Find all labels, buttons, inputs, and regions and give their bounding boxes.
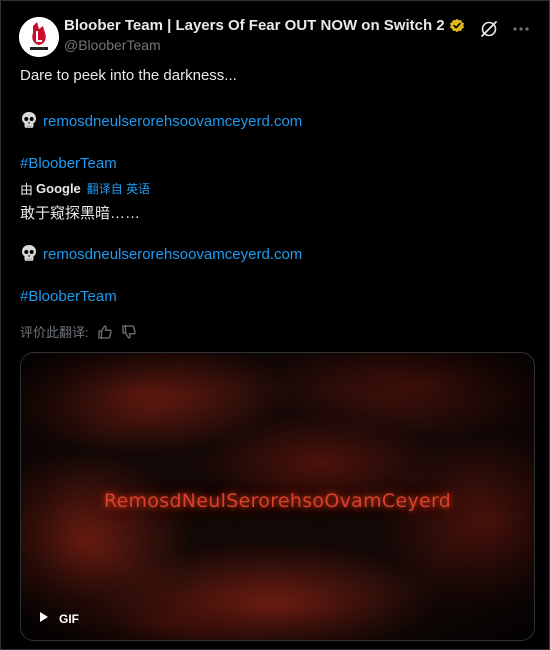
- google-logo-text: Google: [36, 181, 81, 196]
- header-actions: [479, 19, 531, 39]
- thumbs-down-icon[interactable]: [121, 324, 137, 340]
- rate-translation-label: 评价此翻译:: [20, 325, 89, 340]
- rate-translation-row: 评价此翻译:: [20, 322, 137, 341]
- hashtag-link-translated[interactable]: #BlooberTeam: [20, 288, 117, 305]
- website-link-translated[interactable]: remosdneulserorehsoovamceyerd.com: [43, 246, 302, 263]
- verified-badge-icon: [449, 18, 465, 34]
- skull-icon: [20, 244, 38, 262]
- post-text-en: Dare to peek into the darkness...: [20, 67, 237, 84]
- author-display-name[interactable]: Bloober Team | Layers Of Fear OUT NOW on…: [64, 17, 445, 34]
- skull-icon: [20, 111, 38, 129]
- website-link[interactable]: remosdneulserorehsoovamceyerd.com: [43, 113, 302, 130]
- author-name-row: Bloober Team | Layers Of Fear OUT NOW on…: [64, 17, 465, 34]
- media-gif[interactable]: RemosdNeulSerorehsoOvamCeyerd GIF: [20, 352, 535, 641]
- hashtag-link[interactable]: #BlooberTeam: [20, 155, 117, 172]
- translated-by-prefix: 由: [20, 182, 34, 197]
- thumbs-up-icon[interactable]: [97, 324, 113, 340]
- avatar[interactable]: [19, 17, 59, 57]
- gif-badge[interactable]: GIF: [31, 607, 87, 630]
- gif-label: GIF: [59, 611, 79, 626]
- author-handle[interactable]: @BlooberTeam: [64, 37, 161, 53]
- post-card: Bloober Team | Layers Of Fear OUT NOW on…: [0, 0, 550, 650]
- hashtag-en-line: #BlooberTeam: [20, 155, 117, 172]
- post-header: Bloober Team | Layers Of Fear OUT NOW on…: [19, 13, 535, 57]
- more-icon[interactable]: [511, 19, 531, 39]
- play-icon[interactable]: [39, 611, 49, 626]
- translated-by-google: 由 Google 翻译自 英语: [20, 179, 150, 198]
- post-text-zh: 敢于窥探黑暗……: [20, 205, 141, 222]
- hashtag-zh-line: #BlooberTeam: [20, 288, 117, 305]
- grok-icon[interactable]: [479, 19, 499, 39]
- bloober-logo-icon: [19, 17, 59, 57]
- media-overlay-text: RemosdNeulSerorehsoOvamCeyerd: [103, 490, 452, 512]
- post-link-en-line: remosdneulserorehsoovamceyerd.com: [20, 111, 302, 130]
- translated-from-link[interactable]: 翻译自 英语: [87, 180, 150, 197]
- post-link-zh-line: remosdneulserorehsoovamceyerd.com: [20, 244, 302, 263]
